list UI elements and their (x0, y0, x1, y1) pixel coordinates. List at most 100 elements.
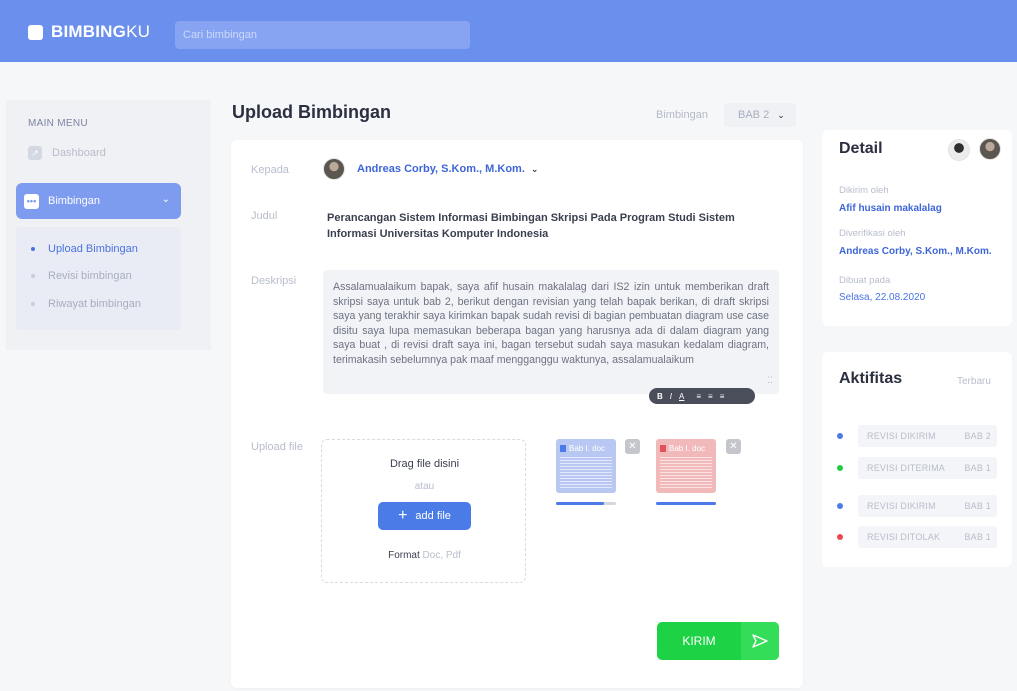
file-dropzone[interactable]: Drag file disini atau + add file Format … (321, 439, 526, 583)
activity-status: REVISI DITERIMA (867, 463, 946, 473)
plus-icon: + (398, 507, 408, 524)
format-label: Format (388, 550, 420, 561)
sidebar-item-bimbingan[interactable]: ••• Bimbingan ⌄ (16, 183, 181, 219)
upload-progress (656, 502, 716, 505)
page-title: Upload Bimbingan (232, 102, 391, 122)
created-value: Selasa, 22.08.2020 (839, 292, 926, 303)
submenu-item-riwayat[interactable]: Riwayat bimbingan (31, 298, 141, 310)
align-center-icon[interactable]: ≡ (708, 392, 713, 401)
sidebar-item-label: Bimbingan (48, 195, 100, 207)
recipient-name: Andreas Corby, S.Kom., M.Kom. (357, 163, 525, 175)
submenu-item-revisi[interactable]: Revisi bimbingan (31, 270, 132, 282)
submit-label: KIRIM (682, 634, 716, 648)
submenu-label: Riwayat bimbingan (48, 298, 141, 310)
brand-logo[interactable]: BIMBING KU (28, 22, 150, 42)
search-input[interactable] (175, 21, 470, 49)
submenu-label: Revisi bimbingan (48, 270, 132, 282)
activity-bab: BAB 1 (964, 463, 991, 473)
logo-square-icon (28, 24, 43, 40)
close-icon[interactable]: ✕ (726, 439, 741, 454)
sidebar-item-label: Dashboard (52, 147, 106, 159)
status-dot-icon (837, 534, 843, 540)
activity-pill: REVISI DIKIRIM BAB 2 (858, 425, 997, 447)
activity-filter-latest[interactable]: Terbaru (957, 376, 991, 387)
progress-fill (656, 502, 716, 505)
format-value: Doc, Pdf (422, 550, 461, 561)
activity-card: Aktifitas Terbaru REVISI DIKIRIM BAB 2 RE… (822, 352, 1012, 567)
doc-preview (660, 457, 712, 489)
desc-label: Deskripsi (251, 275, 297, 287)
bab-select[interactable]: BAB 2 ⌄ (724, 103, 796, 127)
activity-status: REVISI DIKIRIM (867, 501, 936, 511)
activity-item[interactable]: REVISI DIKIRIM BAB 2 (837, 425, 997, 447)
detail-title: Detail (839, 140, 883, 157)
submit-button[interactable]: KIRIM (657, 622, 779, 660)
chevron-down-icon: ⌄ (530, 164, 539, 174)
submenu: Upload Bimbingan Revisi bimbingan Riwaya… (16, 227, 181, 330)
detail-card: Detail Dikirim oleh Afif husain makalala… (822, 130, 1012, 326)
menu-title: MAIN MENU (28, 118, 88, 129)
title-label: Judul (251, 210, 278, 222)
chevron-down-icon: ⌄ (161, 194, 170, 205)
status-dot-icon (837, 503, 843, 509)
brand-light: KU (126, 22, 151, 41)
close-icon[interactable]: ✕ (625, 439, 640, 454)
format-info: Format Doc, Pdf (322, 550, 527, 561)
activity-item[interactable]: REVISI DITOLAK BAB 1 (837, 526, 997, 548)
submenu-item-upload[interactable]: Upload Bimbingan (31, 243, 138, 255)
sidebar: MAIN MENU ↗ Dashboard ••• Bimbingan ⌄ Up… (6, 100, 211, 350)
progress-fill (556, 502, 604, 505)
bold-icon[interactable]: B (657, 392, 663, 401)
align-right-icon[interactable]: ≡ (720, 392, 725, 401)
bab-label: Bimbingan (656, 109, 708, 121)
file-thumbnail[interactable]: Bab I. doc (656, 439, 716, 493)
dots-icon: ••• (24, 193, 39, 209)
status-dot-icon (837, 465, 843, 471)
activity-bab: BAB 1 (964, 501, 991, 511)
status-dot-icon (837, 433, 843, 439)
activity-item[interactable]: REVISI DITERIMA BAB 1 (837, 457, 997, 479)
drop-title: Drag file disini (389, 458, 460, 470)
sidebar-item-dashboard[interactable]: ↗ Dashboard (28, 146, 106, 160)
bab-value: BAB 2 (738, 109, 770, 121)
upload-label: Upload file (251, 441, 303, 453)
created-label: Dibuat pada (839, 275, 891, 286)
resize-handle-icon[interactable]: ⁚⁚ (767, 373, 773, 388)
description-textarea[interactable]: Assalamualaikum bapak, saya afif husain … (323, 270, 779, 394)
chevron-down-icon: ⌄ (777, 109, 785, 120)
avatar (323, 158, 345, 180)
avatar (948, 139, 970, 161)
align-left-icon[interactable]: ≡ (696, 392, 701, 401)
activity-item[interactable]: REVISI DIKIRIM BAB 1 (837, 495, 997, 517)
recipient-select[interactable]: Andreas Corby, S.Kom., M.Kom. ⌄ (357, 163, 538, 175)
file-thumbnail[interactable]: Bab I. doc (556, 439, 616, 493)
top-bar: BIMBING KU (0, 0, 1017, 62)
activity-pill: REVISI DITOLAK BAB 1 (858, 526, 997, 548)
doc-icon (660, 444, 666, 452)
send-icon (741, 622, 779, 660)
upload-progress (556, 502, 616, 505)
sent-by-label: Dikirim oleh (839, 185, 889, 196)
add-file-button[interactable]: + add file (378, 502, 471, 530)
activity-bab: BAB 1 (964, 532, 991, 542)
file-name: Bab I. doc (669, 443, 706, 453)
verified-by-label: Diverifikasi oleh (839, 228, 906, 239)
activity-pill: REVISI DITERIMA BAB 1 (858, 457, 997, 479)
activity-title: Aktifitas (839, 370, 903, 387)
activity-pill: REVISI DIKIRIM BAB 1 (858, 495, 997, 517)
brand-bold: BIMBING (51, 22, 127, 41)
bullet-icon (31, 247, 35, 251)
description-text: Assalamualaikum bapak, saya afif husain … (333, 281, 769, 366)
chart-icon: ↗ (28, 146, 42, 160)
upload-form-card: Kepada Andreas Corby, S.Kom., M.Kom. ⌄ Ju… (231, 140, 803, 688)
drop-or: atau (414, 481, 435, 492)
activity-status: REVISI DIKIRIM (867, 431, 936, 441)
doc-preview (560, 457, 612, 489)
add-file-label: add file (415, 510, 451, 522)
bullet-icon (31, 302, 35, 306)
submenu-label: Upload Bimbingan (48, 243, 138, 255)
activity-bab: BAB 2 (964, 431, 991, 441)
text-format-toolbar: B I A ≡ ≡ ≡ (649, 388, 755, 404)
underline-icon[interactable]: A (679, 392, 684, 401)
italic-icon[interactable]: I (670, 392, 672, 401)
